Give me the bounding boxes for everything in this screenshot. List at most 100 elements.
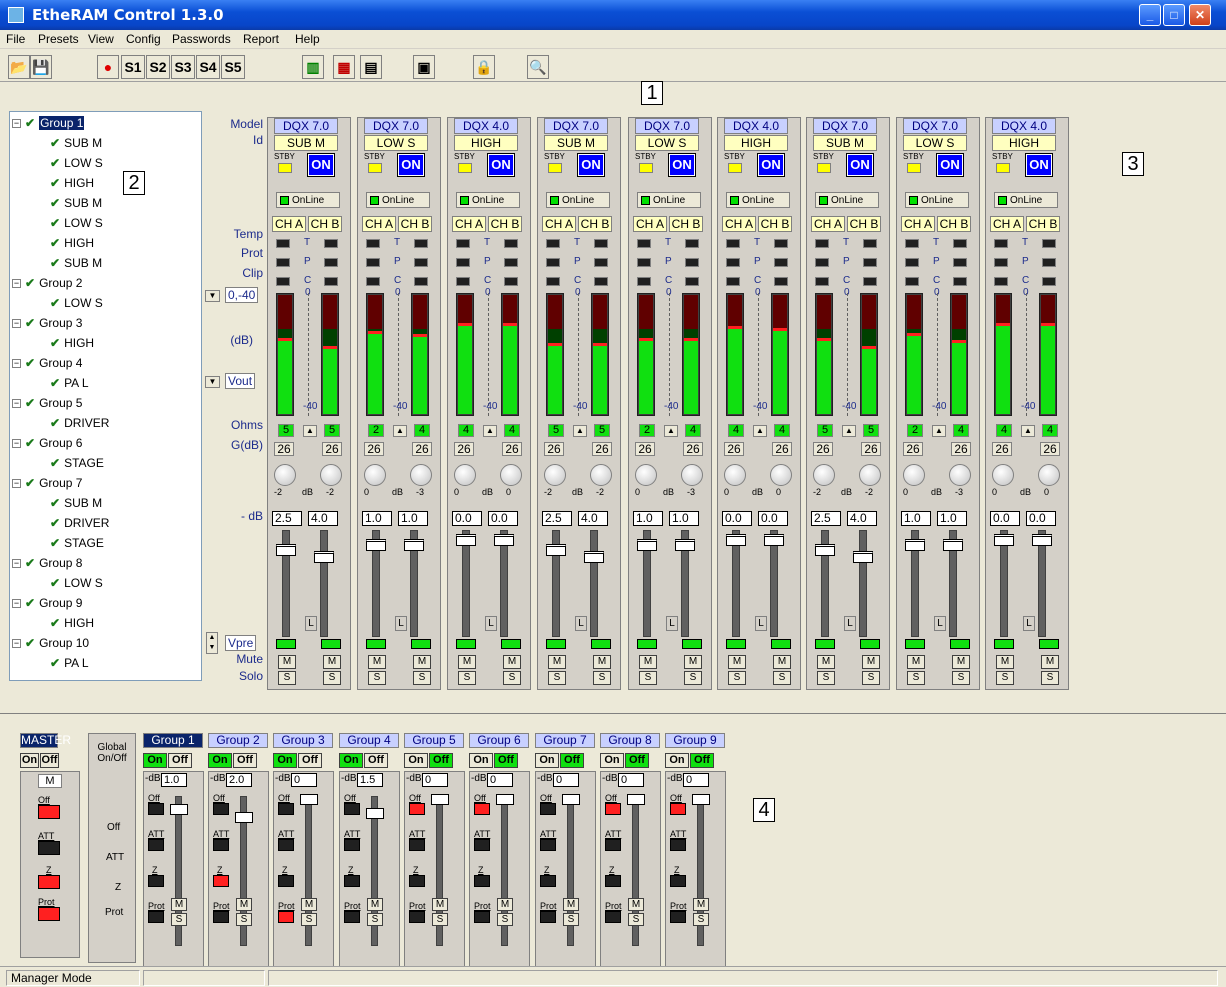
group-solo-button[interactable]: S [497, 913, 513, 926]
fader-knob[interactable] [276, 544, 296, 556]
snapshot-s1-button[interactable]: S1 [121, 55, 145, 79]
db-input-b[interactable]: 0.0 [488, 511, 518, 526]
tree-group-node[interactable]: − ✔ Group 2 [12, 274, 82, 292]
menu-passwords[interactable]: Passwords [172, 32, 231, 46]
group-on-button[interactable]: On [535, 753, 559, 768]
ohms-arrow-icon[interactable]: ▲ [664, 425, 678, 437]
gain-a[interactable]: 26 [992, 442, 1012, 456]
ohms-arrow-icon[interactable]: ▲ [1021, 425, 1035, 437]
group-db-input[interactable]: 1.5 [357, 773, 383, 787]
check-icon[interactable]: ✔ [25, 356, 35, 370]
link-button[interactable]: L [934, 616, 946, 631]
tree-item[interactable]: ✔ SUB M [50, 494, 102, 512]
collapse-icon[interactable]: − [12, 478, 21, 488]
group-z-led[interactable] [213, 875, 229, 887]
mute-button-a[interactable]: M [907, 655, 925, 669]
ohms-arrow-icon[interactable]: ▲ [303, 425, 317, 437]
gain-b[interactable]: 26 [861, 442, 881, 456]
db-input-a[interactable]: 1.0 [633, 511, 663, 526]
solo-button-a[interactable]: S [728, 671, 746, 685]
tree-group-node[interactable]: − ✔ Group 3 [12, 314, 82, 332]
solo-button-a[interactable]: S [907, 671, 925, 685]
check-icon[interactable]: ✔ [50, 656, 60, 670]
ohms-b[interactable]: 4 [685, 424, 701, 437]
gain-b[interactable]: 26 [322, 442, 342, 456]
collapse-icon[interactable]: − [12, 398, 21, 408]
group-solo-button[interactable]: S [367, 913, 383, 926]
link-button[interactable]: L [575, 616, 587, 631]
group-z-led[interactable] [605, 875, 621, 887]
db-input-a[interactable]: 2.5 [272, 511, 302, 526]
group-off-led[interactable] [278, 803, 294, 815]
knob-b[interactable] [770, 464, 792, 486]
check-icon[interactable]: ✔ [25, 276, 35, 290]
fader-knob[interactable] [994, 534, 1014, 546]
mute-button-a[interactable]: M [368, 655, 386, 669]
fader-knob[interactable] [905, 539, 925, 551]
check-icon[interactable]: ✔ [50, 196, 60, 210]
menu-help[interactable]: Help [295, 32, 320, 46]
link-button[interactable]: L [844, 616, 856, 631]
menu-presets[interactable]: Presets [38, 32, 79, 46]
ohms-b[interactable]: 4 [774, 424, 790, 437]
fader-knob[interactable] [404, 539, 424, 551]
tree-group-node[interactable]: − ✔ Group 5 [12, 394, 82, 412]
db-input-b[interactable]: 4.0 [308, 511, 338, 526]
ohms-arrow-icon[interactable]: ▲ [753, 425, 767, 437]
tree-item[interactable]: ✔ LOW S [50, 214, 103, 232]
minimize-button[interactable]: _ [1139, 4, 1161, 26]
solo-button-b[interactable]: S [503, 671, 521, 685]
group-db-input[interactable]: 0 [487, 773, 513, 787]
fader-knob[interactable] [815, 544, 835, 556]
tree-group-node[interactable]: − ✔ Group 9 [12, 594, 82, 612]
db-input-a[interactable]: 0.0 [452, 511, 482, 526]
ohms-a[interactable]: 5 [548, 424, 564, 437]
group-mute-button[interactable]: M [367, 898, 383, 911]
list-view-icon[interactable]: ▤ [360, 55, 382, 79]
fader-knob[interactable] [1032, 534, 1052, 546]
channel-id[interactable]: LOW S [635, 135, 699, 151]
on-button[interactable]: ON [487, 153, 515, 177]
on-button[interactable]: ON [397, 153, 425, 177]
tree-group-node[interactable]: − ✔ Group 8 [12, 554, 82, 572]
solo-button-b[interactable]: S [413, 671, 431, 685]
collapse-icon[interactable]: − [12, 438, 21, 448]
ohms-a[interactable]: 2 [368, 424, 384, 437]
group-off-led[interactable] [605, 803, 621, 815]
group-fader-knob[interactable] [431, 794, 449, 805]
group-mute-button[interactable]: M [563, 898, 579, 911]
knob-a[interactable] [635, 464, 657, 486]
fader-knob[interactable] [314, 551, 334, 563]
fader-knob[interactable] [764, 534, 784, 546]
db-input-a[interactable]: 1.0 [362, 511, 392, 526]
knob-b[interactable] [859, 464, 881, 486]
snapshot-s3-button[interactable]: S3 [171, 55, 195, 79]
ohms-b[interactable]: 4 [414, 424, 430, 437]
db-input-a[interactable]: 0.0 [722, 511, 752, 526]
group-prot-led[interactable] [605, 911, 621, 923]
knob-b[interactable] [320, 464, 342, 486]
ohms-arrow-icon[interactable]: ▲ [842, 425, 856, 437]
ohms-arrow-icon[interactable]: ▲ [932, 425, 946, 437]
check-icon[interactable]: ✔ [25, 116, 35, 130]
on-button[interactable]: ON [1025, 153, 1053, 177]
check-icon[interactable]: ✔ [25, 396, 35, 410]
db-input-a[interactable]: 2.5 [542, 511, 572, 526]
knob-b[interactable] [590, 464, 612, 486]
ohms-a[interactable]: 2 [907, 424, 923, 437]
mute-button-b[interactable]: M [593, 655, 611, 669]
tree-item[interactable]: ✔ SUB M [50, 254, 102, 272]
fader-knob[interactable] [726, 534, 746, 546]
standby-led[interactable] [368, 163, 382, 173]
mute-button-a[interactable]: M [996, 655, 1014, 669]
snapshot-s2-button[interactable]: S2 [146, 55, 170, 79]
group-off-button[interactable]: Off [494, 753, 518, 768]
db-input-b[interactable]: 1.0 [669, 511, 699, 526]
tree-item[interactable]: ✔ LOW S [50, 154, 103, 172]
menu-config[interactable]: Config [126, 32, 161, 46]
db-input-b[interactable]: 1.0 [398, 511, 428, 526]
group-off-button[interactable]: Off [429, 753, 453, 768]
vout-field[interactable]: Vout [225, 373, 256, 389]
tree-item[interactable]: ✔ HIGH [50, 174, 94, 192]
save-icon[interactable]: 💾 [30, 55, 52, 79]
